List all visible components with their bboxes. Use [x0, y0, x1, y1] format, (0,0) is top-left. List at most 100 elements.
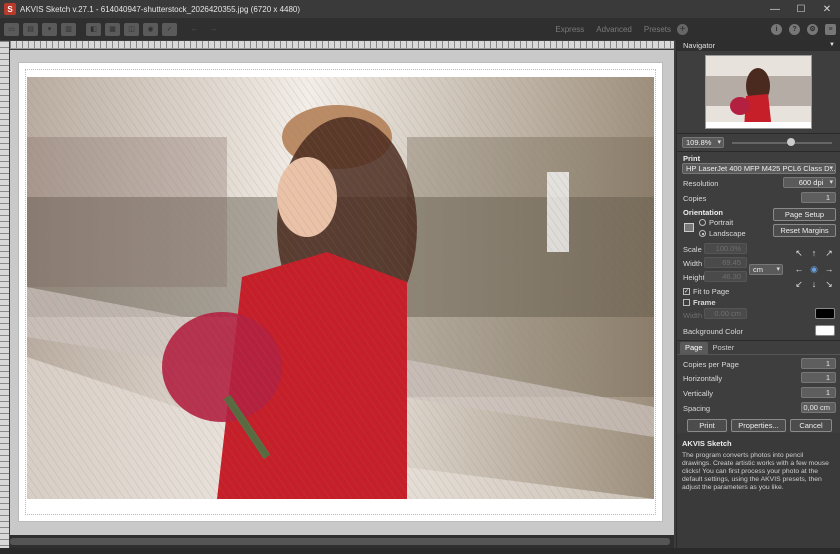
orientation-label: Orientation [683, 208, 724, 217]
center-icon[interactable]: ◉ [809, 264, 819, 274]
settings-panel: Navigator ▼ 109.8% Print HP LaserJet 400 … [676, 40, 840, 548]
maximize-button[interactable]: ☐ [788, 0, 814, 18]
horizontally-label: Horizontally [683, 374, 723, 383]
horizontally-input[interactable]: 1 [801, 372, 836, 383]
close-icon: ✕ [822, 3, 832, 15]
arrow-down-left-icon[interactable]: ↙ [794, 279, 804, 289]
ruler-horizontal [10, 41, 674, 49]
canvas-area[interactable] [10, 50, 674, 535]
settings-toolbar-icon[interactable]: ✓ [162, 22, 177, 36]
arrow-up-left-icon[interactable]: ↖ [794, 248, 804, 258]
fit-to-page-checkbox[interactable]: ✓ [683, 288, 690, 295]
frame-checkbox[interactable] [683, 299, 690, 306]
spacing-label: Spacing [683, 404, 711, 413]
fit-to-page-label: Fit to Page [693, 287, 730, 296]
arrow-up-right-icon[interactable]: ↗ [824, 248, 834, 258]
redo-icon[interactable]: → [206, 23, 221, 36]
arrow-right-icon[interactable]: → [824, 264, 834, 274]
info-icon[interactable]: i [771, 23, 782, 35]
navigator-header: Navigator ▼ [677, 40, 840, 51]
sketch-image [27, 77, 654, 499]
open-icon[interactable]: ▤ [23, 22, 38, 36]
maximize-icon: ☐ [796, 3, 806, 15]
print-page [18, 62, 663, 522]
print-button[interactable]: Print [687, 419, 727, 432]
scrollbar-thumb[interactable] [10, 538, 670, 545]
divider [677, 133, 840, 134]
batch-icon[interactable]: ▦ [105, 22, 120, 36]
help-title: AKVIS Sketch [682, 439, 732, 448]
copies-input[interactable]: 1 [801, 192, 836, 203]
unit-select[interactable]: cm [749, 264, 783, 275]
reset-margins-button[interactable]: Reset Margins [773, 224, 836, 237]
zoom-icon[interactable]: ◉ [143, 22, 158, 36]
horizontal-scrollbar[interactable] [10, 535, 674, 548]
landscape-label: Landscape [709, 229, 746, 238]
print-section-title: Print [683, 154, 701, 163]
tab-page[interactable]: Page [680, 342, 708, 354]
window-title: AKVIS Sketch v.27.1 - 614040947-shutters… [20, 4, 301, 14]
undo-icon[interactable]: ← [187, 23, 202, 36]
zoom-dropdown[interactable]: 109.8% [682, 137, 724, 148]
landscape-radio[interactable] [699, 230, 706, 237]
frame-color-swatch[interactable] [815, 308, 835, 319]
divider [677, 340, 840, 341]
mode-tabs: Express Advanced Presets + [543, 18, 688, 40]
printer-select[interactable]: HP LaserJet 400 MFP M425 PCL6 Class D... [682, 163, 836, 174]
close-button[interactable]: ✕ [814, 0, 840, 18]
preferences-icon[interactable]: ≡ [825, 23, 836, 35]
page-poster-tabs: Page Poster [680, 342, 739, 354]
resolution-label: Resolution [683, 179, 719, 188]
help-icon[interactable]: ? [789, 23, 800, 35]
vertically-label: Vertically [683, 389, 714, 398]
tab-presets[interactable]: Presets [644, 25, 671, 34]
share-icon[interactable]: ◧ [86, 22, 101, 36]
toolbar-right-icons: i ? ⚙ ≡ [764, 18, 836, 40]
portrait-radio[interactable] [699, 219, 706, 226]
minimize-button[interactable]: — [762, 0, 788, 18]
arrow-left-icon[interactable]: ← [794, 264, 804, 274]
print-icon[interactable]: ▥ [61, 22, 76, 36]
settings-icon[interactable]: ⚙ [807, 23, 818, 35]
arrow-down-icon[interactable]: ↓ [809, 279, 819, 289]
vertically-input[interactable]: 1 [801, 387, 836, 398]
toolbar: ▭ ▤ ▾ ▥ ◧ ▦ ◫ ◉ ✓ ← → Express Advanced P… [0, 18, 840, 40]
app-logo-icon: S [4, 3, 16, 15]
properties-button[interactable]: Properties... [731, 419, 786, 432]
resolution-select[interactable]: 600 dpi [783, 177, 836, 188]
add-preset-icon[interactable]: + [677, 23, 688, 35]
navigator-title: Navigator [683, 41, 716, 50]
height-input[interactable]: 46.30 [704, 271, 747, 282]
orientation-icon [684, 223, 694, 232]
background-color-label: Background Color [683, 327, 744, 336]
save-icon[interactable]: ▾ [42, 22, 57, 36]
copies-per-page-label: Copies per Page [683, 360, 739, 369]
cancel-button[interactable]: Cancel [790, 419, 832, 432]
height-label: Height [683, 273, 705, 282]
copies-per-page-input[interactable]: 1 [801, 358, 836, 369]
help-panel: AKVIS Sketch The program converts photos… [677, 433, 840, 548]
title-bar: S AKVIS Sketch v.27.1 - 614040947-shutte… [0, 0, 840, 18]
width-label: Width [683, 259, 703, 268]
width-input[interactable]: 69.45 [704, 257, 747, 268]
tab-poster[interactable]: Poster [708, 342, 740, 354]
frame-width-label: Width [683, 311, 703, 320]
tab-advanced[interactable]: Advanced [596, 25, 632, 34]
divider [677, 354, 840, 355]
minimize-icon: — [770, 3, 780, 15]
arrow-down-right-icon[interactable]: ↘ [824, 279, 834, 289]
new-icon[interactable]: ▭ [4, 22, 19, 36]
spacing-input[interactable]: 0,00 cm [801, 402, 836, 413]
scale-label: Scale [683, 245, 702, 254]
zoom-slider-thumb[interactable] [787, 138, 796, 146]
frame-width-input[interactable]: 0.00 cm [704, 308, 747, 319]
arrow-up-icon[interactable]: ↑ [809, 248, 819, 258]
zoom-slider-track[interactable] [732, 142, 832, 144]
tab-express[interactable]: Express [555, 25, 584, 34]
scale-input[interactable]: 100.0% [704, 243, 747, 254]
before-after-icon[interactable]: ◫ [124, 22, 139, 36]
collapse-icon[interactable]: ▼ [829, 40, 835, 51]
navigator-preview[interactable] [705, 55, 812, 129]
page-setup-button[interactable]: Page Setup [773, 208, 836, 221]
background-color-swatch[interactable] [815, 325, 835, 336]
